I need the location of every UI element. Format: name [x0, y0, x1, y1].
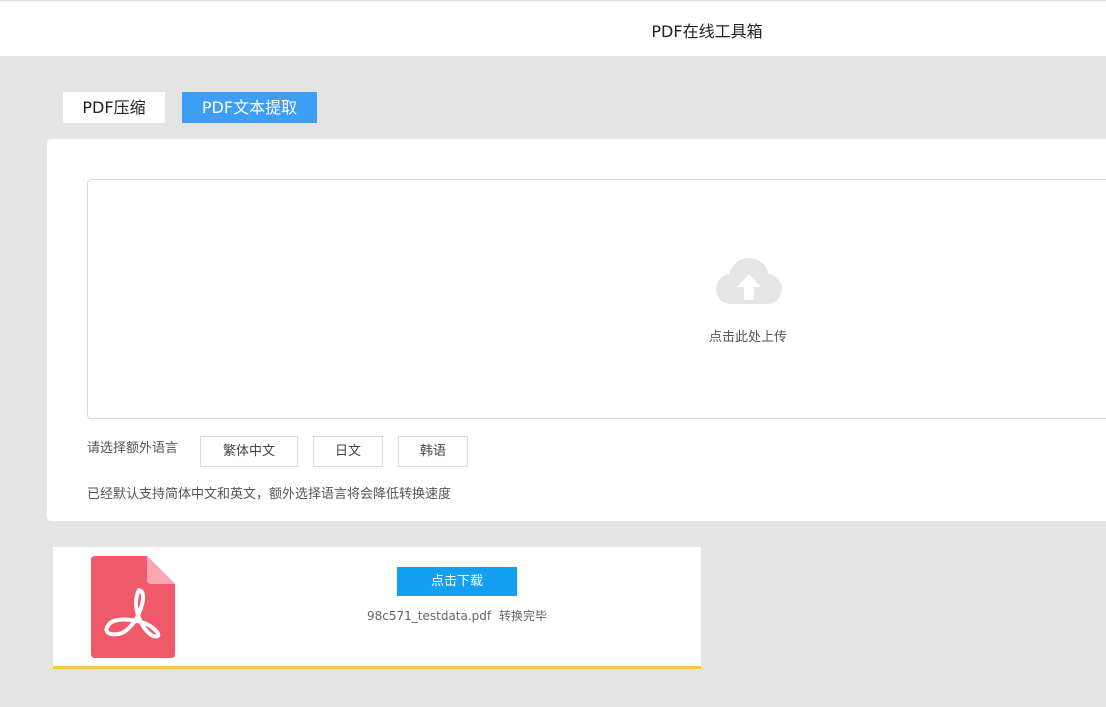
language-select-label: 请选择额外语言: [87, 441, 179, 456]
language-option-traditional-chinese[interactable]: 繁体中文: [200, 436, 298, 467]
cloud-upload-icon: [716, 258, 782, 304]
tab-pdf-text-extract[interactable]: PDF文本提取: [182, 92, 317, 123]
result-status-text: 转换完毕: [498, 609, 547, 623]
result-filename: 98c571_testdata.pdf: [367, 609, 492, 623]
pdf-file-icon: [91, 556, 175, 658]
conversion-status: 98c571_testdata.pdf 转换完毕: [307, 607, 607, 624]
tab-pdf-compress[interactable]: PDF压缩: [63, 92, 165, 123]
language-option-korean[interactable]: 韩语: [398, 436, 468, 467]
upload-hint-text: 点击此处上传: [708, 330, 787, 345]
top-header: PDF在线工具箱: [0, 0, 1106, 56]
conversion-result-card: 点击下载 98c571_testdata.pdf 转换完毕: [53, 547, 701, 669]
page-title: PDF在线工具箱: [651, 22, 763, 41]
language-option-japanese[interactable]: 日文: [313, 436, 383, 467]
tool-panel: 点击此处上传 请选择额外语言 繁体中文 日文 韩语 已经默认支持简体中文和英文，…: [47, 139, 1106, 521]
upload-dropzone[interactable]: 点击此处上传: [87, 179, 1106, 419]
download-button[interactable]: 点击下载: [397, 567, 517, 596]
language-support-note: 已经默认支持简体中文和英文，额外选择语言将会降低转换速度: [87, 487, 452, 502]
